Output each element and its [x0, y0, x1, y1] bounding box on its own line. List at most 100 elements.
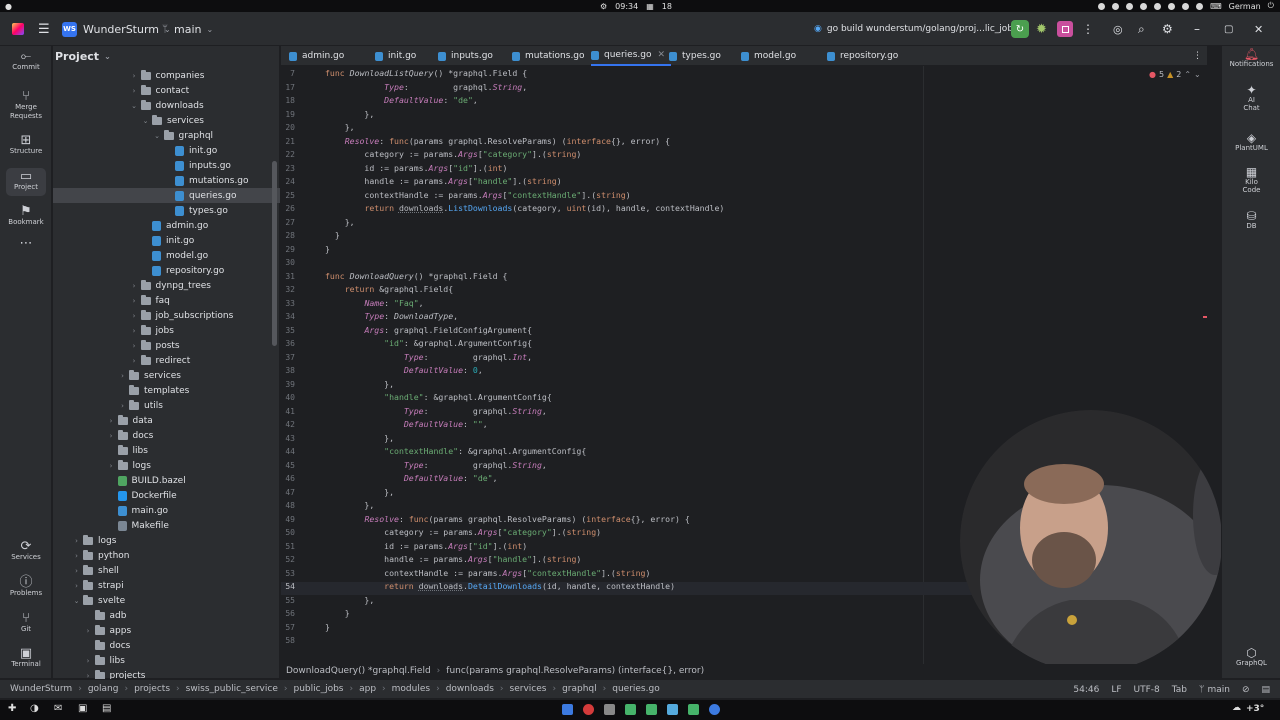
line-number[interactable]: 34: [281, 312, 295, 321]
apple-menu-icon[interactable]: ●: [5, 2, 12, 11]
code-line[interactable]: }: [325, 229, 340, 242]
tree-folder[interactable]: › libs: [53, 653, 280, 668]
tree-folder[interactable]: ⌄ downloads: [53, 98, 280, 113]
tab-inputs-go[interactable]: inputs.go: [438, 46, 499, 66]
path-segment[interactable]: projects: [134, 684, 170, 694]
code-line[interactable]: },: [325, 378, 394, 391]
code-line[interactable]: id := params.Args["id"].(int): [325, 540, 527, 553]
tree-folder[interactable]: › redirect: [53, 353, 280, 368]
vcs-branch[interactable]: ᛘ main: [1199, 685, 1230, 695]
path-segment[interactable]: downloads: [446, 684, 494, 694]
chevron-down-icon[interactable]: ⌄: [72, 597, 81, 605]
code-line[interactable]: DefaultValue: "",: [325, 418, 488, 431]
status-icon[interactable]: [1168, 2, 1176, 10]
tree-folder[interactable]: › shell: [53, 563, 280, 578]
minimize-icon[interactable]: –: [1194, 12, 1200, 46]
code-line[interactable]: },: [325, 499, 374, 512]
path-segment[interactable]: WunderSturm: [10, 684, 72, 694]
tree-folder[interactable]: ⌄ graphql: [53, 128, 280, 143]
app-icon[interactable]: [709, 704, 720, 715]
debug-icon[interactable]: ✹: [1036, 12, 1047, 46]
tool-problems[interactable]: ⓘ Problems: [0, 576, 52, 598]
code-line[interactable]: func DownloadQuery() *graphql.Field {: [325, 270, 507, 283]
project-switcher[interactable]: WS WunderSturm ⌄: [62, 12, 171, 46]
tool-git[interactable]: ⑂ Git: [0, 612, 52, 634]
tab-admin-go[interactable]: admin.go: [289, 46, 350, 66]
app-icon[interactable]: [562, 704, 573, 715]
code-line[interactable]: DefaultValue: "de",: [325, 472, 498, 485]
calendar-icon[interactable]: ▦: [646, 2, 654, 11]
line-number[interactable]: 55: [281, 596, 295, 605]
tree-folder[interactable]: › dynpg_trees: [53, 278, 280, 293]
path-segment[interactable]: queries.go: [612, 684, 659, 694]
tree-folder[interactable]: › companies: [53, 68, 280, 83]
code-line[interactable]: },: [325, 594, 374, 607]
code-line[interactable]: return &graphql.Field{: [325, 283, 453, 296]
mail-icon[interactable]: ✉: [54, 703, 62, 714]
line-number[interactable]: 31: [281, 272, 295, 281]
error-stripe-mark[interactable]: [1203, 316, 1207, 318]
code-line[interactable]: Type: DownloadType,: [325, 310, 458, 323]
chevron-right-icon[interactable]: ›: [118, 402, 127, 410]
tree-folder[interactable]: › python: [53, 548, 280, 563]
tree-file[interactable]: model.go: [53, 248, 280, 263]
line-number[interactable]: 57: [281, 623, 295, 632]
tree-folder[interactable]: › data: [53, 413, 280, 428]
chevron-right-icon[interactable]: ›: [130, 327, 139, 335]
line-number[interactable]: 43: [281, 434, 295, 443]
chevron-right-icon[interactable]: ›: [130, 357, 139, 365]
code-line[interactable]: Type: graphql.Int,: [325, 351, 532, 364]
tree-file[interactable]: queries.go: [53, 188, 280, 203]
line-number[interactable]: 39: [281, 380, 295, 389]
line-number[interactable]: 35: [281, 326, 295, 335]
search-icon[interactable]: ⌕: [1138, 12, 1145, 46]
inspection-widget[interactable]: ● 5 ▲ 2 ⌃ ⌄: [1149, 70, 1201, 79]
caret-position[interactable]: 54:46: [1073, 685, 1099, 695]
chevron-down-icon[interactable]: ⌄: [130, 102, 139, 110]
code-line[interactable]: }: [325, 607, 350, 620]
tree-folder[interactable]: adb: [53, 608, 280, 623]
start-icon[interactable]: ✚: [8, 703, 16, 714]
chevron-right-icon[interactable]: ›: [118, 372, 127, 380]
app-icon[interactable]: [688, 704, 699, 715]
line-number[interactable]: 30: [281, 258, 295, 267]
ai-assistant-icon[interactable]: ◎: [1113, 12, 1123, 46]
tree-folder[interactable]: libs: [53, 443, 280, 458]
tree-folder[interactable]: › faq: [53, 293, 280, 308]
chevron-right-icon[interactable]: ›: [107, 417, 116, 425]
app-icon[interactable]: [604, 704, 615, 715]
tab-repository-go[interactable]: repository.go: [827, 46, 904, 66]
line-number[interactable]: 22: [281, 150, 295, 159]
code-line[interactable]: return downloads.ListDownloads(category,…: [325, 202, 724, 215]
chevron-right-icon[interactable]: ›: [107, 462, 116, 470]
line-number[interactable]: 52: [281, 555, 295, 564]
code-line[interactable]: DefaultValue: "de",: [325, 94, 478, 107]
tool-services[interactable]: ⟳ Services: [0, 540, 52, 562]
tool-plantuml[interactable]: ◈ PlantUML: [1222, 132, 1280, 152]
chevron-right-icon[interactable]: ›: [130, 87, 139, 95]
status-icon[interactable]: [1112, 2, 1120, 10]
more-tabs-icon[interactable]: ⋮: [1193, 46, 1202, 66]
line-number[interactable]: 44: [281, 447, 295, 456]
chevron-right-icon[interactable]: ›: [130, 312, 139, 320]
app-icon[interactable]: [583, 704, 594, 715]
run-config-selector[interactable]: ◉ go build wunderstum/golang/proj...lic_…: [814, 12, 1028, 46]
code-line[interactable]: "contextHandle": &graphql.ArgumentConfig…: [325, 445, 586, 458]
code-line[interactable]: id := params.Args["id"].(int): [325, 162, 507, 175]
code-line[interactable]: },: [325, 486, 394, 499]
code-line[interactable]: DefaultValue: 0,: [325, 364, 483, 377]
stop-button[interactable]: [1057, 12, 1073, 46]
tool-merge-requests[interactable]: ⑂ Merge Requests: [0, 90, 52, 121]
chevron-right-icon[interactable]: ›: [72, 552, 81, 560]
chevron-right-icon[interactable]: ›: [72, 567, 81, 575]
tree-file[interactable]: BUILD.bazel: [53, 473, 280, 488]
breadcrumb-closure[interactable]: func(params graphql.ResolveParams) (inte…: [446, 666, 704, 676]
tool-structure[interactable]: ⊞ Structure: [0, 134, 52, 156]
line-number[interactable]: 53: [281, 569, 295, 578]
lock-icon[interactable]: ⊘: [1242, 685, 1250, 695]
line-number[interactable]: 51: [281, 542, 295, 551]
line-number[interactable]: 37: [281, 353, 295, 362]
tree-folder[interactable]: › jobs: [53, 323, 280, 338]
tab-init-go[interactable]: init.go: [375, 46, 422, 66]
main-menu-icon[interactable]: ☰: [38, 12, 50, 46]
